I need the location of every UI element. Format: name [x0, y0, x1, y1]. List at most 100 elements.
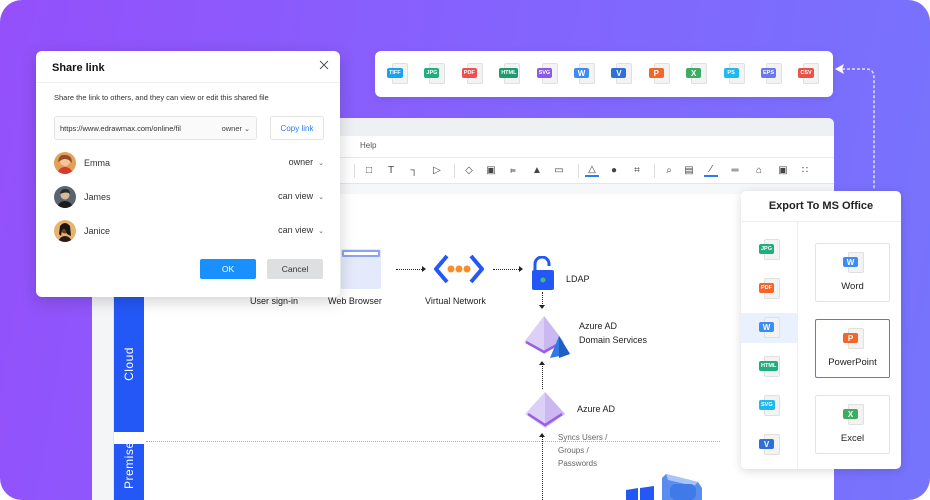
- user-role-select[interactable]: can view ⌄: [278, 225, 324, 235]
- format-p-icon[interactable]: P: [648, 63, 671, 85]
- format-badge: TIFF: [387, 68, 403, 78]
- fill-icon[interactable]: △: [585, 163, 599, 177]
- shape-style-icon[interactable]: ●: [607, 163, 621, 177]
- label-sync-2: Groups /: [558, 446, 589, 455]
- menu-help[interactable]: Help: [360, 141, 376, 150]
- format-pdf-icon[interactable]: PDF: [759, 278, 781, 300]
- crop-icon[interactable]: ⌗: [630, 163, 644, 177]
- frame-icon[interactable]: ▭: [552, 163, 566, 177]
- user-role-select[interactable]: can view ⌄: [278, 191, 324, 201]
- more-icon[interactable]: ∷: [798, 163, 812, 177]
- ok-button[interactable]: OK: [200, 259, 256, 279]
- lock-icon[interactable]: ⌂: [752, 163, 766, 177]
- avatar-james: [54, 186, 76, 208]
- format-html-icon[interactable]: HTML: [499, 63, 521, 85]
- format-svg-icon[interactable]: SVG: [759, 395, 781, 417]
- lane-premises[interactable]: Premises: [114, 435, 144, 500]
- connector-icon[interactable]: ┐: [407, 163, 421, 177]
- format-badge: X: [843, 409, 858, 419]
- format-tiff-icon[interactable]: TIFF: [387, 63, 409, 85]
- format-badge: P: [648, 68, 664, 78]
- label-sync-3: Passwords: [558, 459, 598, 468]
- user-role-select[interactable]: owner ⌄: [289, 157, 324, 167]
- format-badge: SVG: [759, 400, 775, 410]
- fullscreen-icon[interactable]: ▣: [776, 163, 790, 177]
- pointer-icon[interactable]: ▷: [430, 163, 444, 177]
- rectangle-icon[interactable]: □: [362, 163, 376, 177]
- share-link-field[interactable]: https://www.edrawmax.com/online/fil owne…: [54, 116, 257, 140]
- word-file-icon[interactable]: W: [843, 252, 865, 274]
- export-side-item-svg[interactable]: SVG: [741, 391, 797, 421]
- close-icon[interactable]: [318, 59, 330, 71]
- format-badge: HTML: [499, 68, 519, 78]
- copy-link-button[interactable]: Copy link: [270, 116, 324, 140]
- export-card-excel[interactable]: X Excel: [815, 395, 890, 454]
- format-pdf-icon[interactable]: PDF: [461, 63, 484, 85]
- link-permission-select[interactable]: owner ⌄: [222, 124, 250, 133]
- azure-ad-icon[interactable]: [523, 390, 567, 430]
- arrow-head: [422, 266, 426, 272]
- format-html-icon[interactable]: HTML: [759, 356, 781, 378]
- format-x-icon[interactable]: X: [686, 63, 708, 85]
- group-icon[interactable]: ▣: [484, 163, 498, 177]
- label-virtual-network: Virtual Network: [425, 296, 486, 306]
- background-stage: Help □ T ┐ ▷ ◇ ▣ ⫢ ▲ ▭ △ ● ⌗ ⌕ ▤ ∕ ═ ⌂ ▣ ∷ Cloud Premises …: [0, 0, 930, 500]
- export-card-powerpoint[interactable]: P PowerPoint: [815, 319, 890, 378]
- link-permission-value: owner: [221, 124, 243, 133]
- format-w-icon[interactable]: W: [759, 317, 781, 339]
- lane-cloud[interactable]: Cloud: [114, 296, 144, 432]
- format-w-icon[interactable]: W: [574, 63, 596, 85]
- user-name: James: [84, 192, 111, 202]
- powerpoint-file-icon[interactable]: P: [843, 328, 865, 350]
- format-badge: PS: [723, 68, 739, 78]
- format-badge: CSV: [798, 68, 814, 78]
- dialog-title: Share link: [52, 62, 105, 74]
- label-user-signin: User sign-in: [250, 296, 299, 306]
- export-ms-office-panel: Export To MS Office JPG PDF W HTML SVG V W Word…: [741, 191, 901, 469]
- virtual-network-icon[interactable]: [434, 254, 484, 284]
- excel-file-icon[interactable]: X: [843, 404, 865, 426]
- format-badge: W: [843, 257, 858, 267]
- format-csv-icon[interactable]: CSV: [798, 63, 820, 85]
- format-badge: PDF: [461, 68, 477, 78]
- flip-icon[interactable]: ▲: [530, 163, 544, 177]
- share-link-url[interactable]: https://www.edrawmax.com/online/fil: [60, 124, 181, 133]
- format-badge: V: [611, 68, 627, 78]
- search-icon[interactable]: ⌕: [662, 163, 676, 177]
- azure-ad-domain-services-icon[interactable]: [522, 314, 572, 360]
- chevron-down-icon: ⌄: [318, 194, 324, 201]
- export-side-item-v[interactable]: V: [741, 430, 797, 460]
- lane-divider: [146, 441, 720, 442]
- user-role-value: can view: [278, 191, 314, 201]
- format-eps-icon[interactable]: EPS: [761, 63, 783, 85]
- connector-ldap-adds: [542, 292, 543, 306]
- format-svg-icon[interactable]: SVG: [536, 63, 559, 85]
- label-azure-ad: Azure AD: [577, 404, 616, 414]
- web-browser-node[interactable]: [341, 249, 381, 289]
- lock-icon[interactable]: [531, 256, 555, 290]
- format-badge: X: [686, 68, 702, 78]
- line-style-icon[interactable]: ═: [728, 163, 742, 177]
- export-side-item-w[interactable]: W: [741, 313, 797, 343]
- zoom-fit-icon[interactable]: ▤: [682, 163, 696, 177]
- label-sync-1: Syncs Users /: [558, 433, 608, 442]
- export-side-item-jpg[interactable]: JPG: [741, 235, 797, 265]
- format-ps-icon[interactable]: PS: [723, 63, 746, 85]
- layers-icon[interactable]: ◇: [462, 163, 476, 177]
- format-v-icon[interactable]: V: [611, 63, 633, 85]
- cancel-button[interactable]: Cancel: [267, 259, 323, 279]
- chevron-down-icon: ⌄: [244, 126, 250, 133]
- label-azure-ad-ds-1: Azure AD: [579, 321, 618, 331]
- windows-server-icon[interactable]: [626, 472, 706, 500]
- text-icon[interactable]: T: [384, 163, 398, 177]
- export-side-item-pdf[interactable]: PDF: [741, 274, 797, 304]
- format-jpg-icon[interactable]: JPG: [424, 63, 446, 85]
- format-jpg-icon[interactable]: JPG: [759, 239, 781, 261]
- format-v-icon[interactable]: V: [759, 434, 781, 456]
- export-card-word[interactable]: W Word: [815, 243, 890, 302]
- user-row-james: James can view ⌄: [54, 186, 324, 208]
- export-side-item-html[interactable]: HTML: [741, 352, 797, 382]
- line-color-icon[interactable]: ∕: [704, 163, 718, 177]
- avatar-emma: [54, 152, 76, 174]
- align-icon[interactable]: ⫢: [506, 163, 520, 177]
